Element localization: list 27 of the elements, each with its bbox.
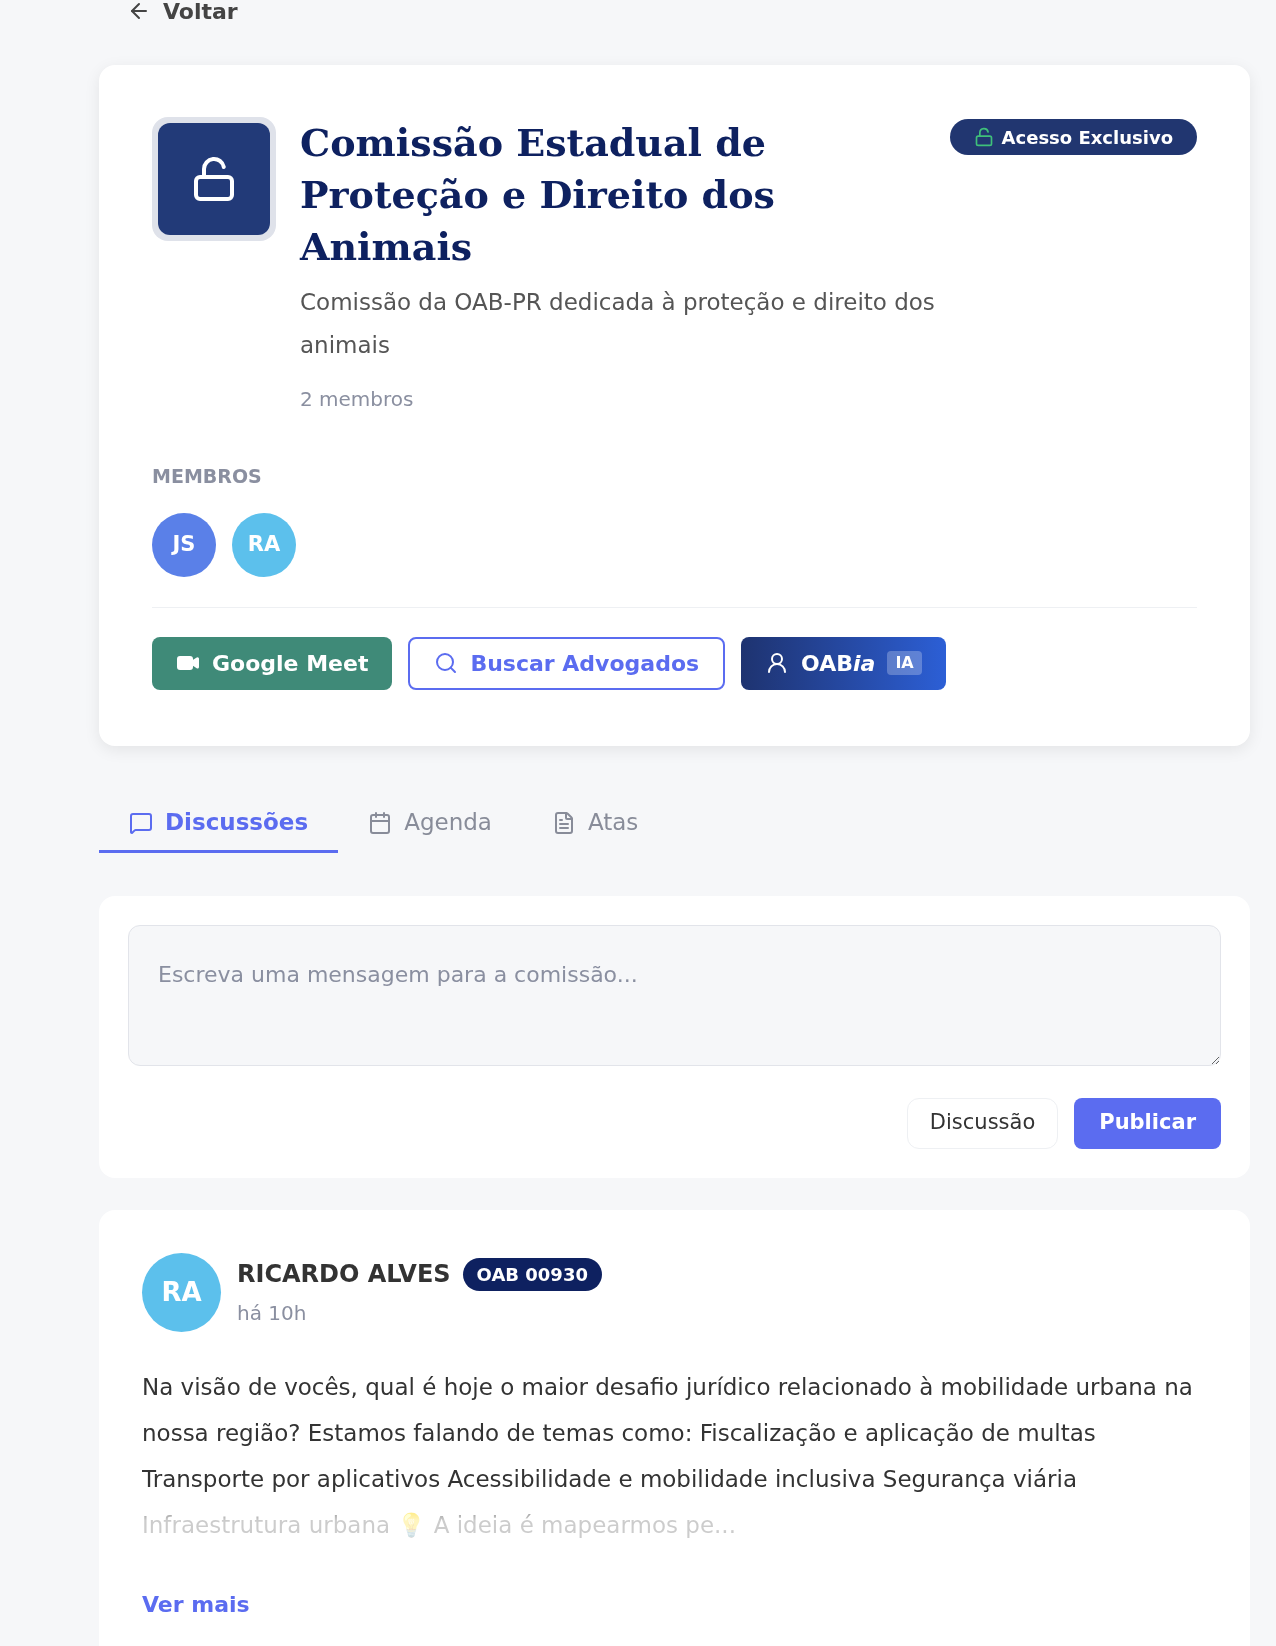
message-field[interactable]: Escreva uma mensagem para a comissão...: [128, 924, 1221, 1066]
back-link[interactable]: Voltar: [99, 0, 1250, 24]
members-heading: MEMBROS: [152, 464, 263, 489]
search-icon: [434, 651, 459, 675]
publish-button[interactable]: Publicar: [1074, 1097, 1221, 1149]
see-more-link[interactable]: Ver mais: [142, 1587, 250, 1621]
google-meet-button[interactable]: Google Meet: [152, 636, 393, 690]
search-lawyers-button[interactable]: Buscar Advogados: [408, 636, 726, 690]
member-avatar[interactable]: JS: [152, 512, 216, 577]
tab[interactable]: Agenda: [338, 795, 522, 853]
ai-label: OABia: [801, 649, 876, 678]
access-badge: Acesso Exclusivo: [949, 119, 1197, 155]
unlocked-padlock-icon: [973, 127, 994, 147]
committee-title: Comissão Estadual de Proteção e Direito dos Animais: [300, 119, 776, 271]
committee-description: Comissão da OAB-PR dedicada à proteção e direito dos animais: [300, 288, 936, 360]
tab[interactable]: Discussões: [99, 795, 339, 853]
post-time: há 10h: [237, 1300, 308, 1327]
oab-badge: OAB 00930: [462, 1257, 602, 1291]
member-count: 2 membros: [300, 386, 415, 413]
ai-assistant-button[interactable]: OABia IA: [741, 636, 946, 690]
ai-tag: IA: [887, 651, 922, 675]
post-type-button[interactable]: Discussão: [906, 1097, 1059, 1149]
calendar-icon: [368, 810, 393, 835]
chat-icon: [129, 810, 153, 835]
author-name: RICARDO ALVES: [237, 1259, 451, 1290]
tab[interactable]: Atas: [521, 795, 669, 853]
author-avatar: RA: [142, 1252, 221, 1332]
